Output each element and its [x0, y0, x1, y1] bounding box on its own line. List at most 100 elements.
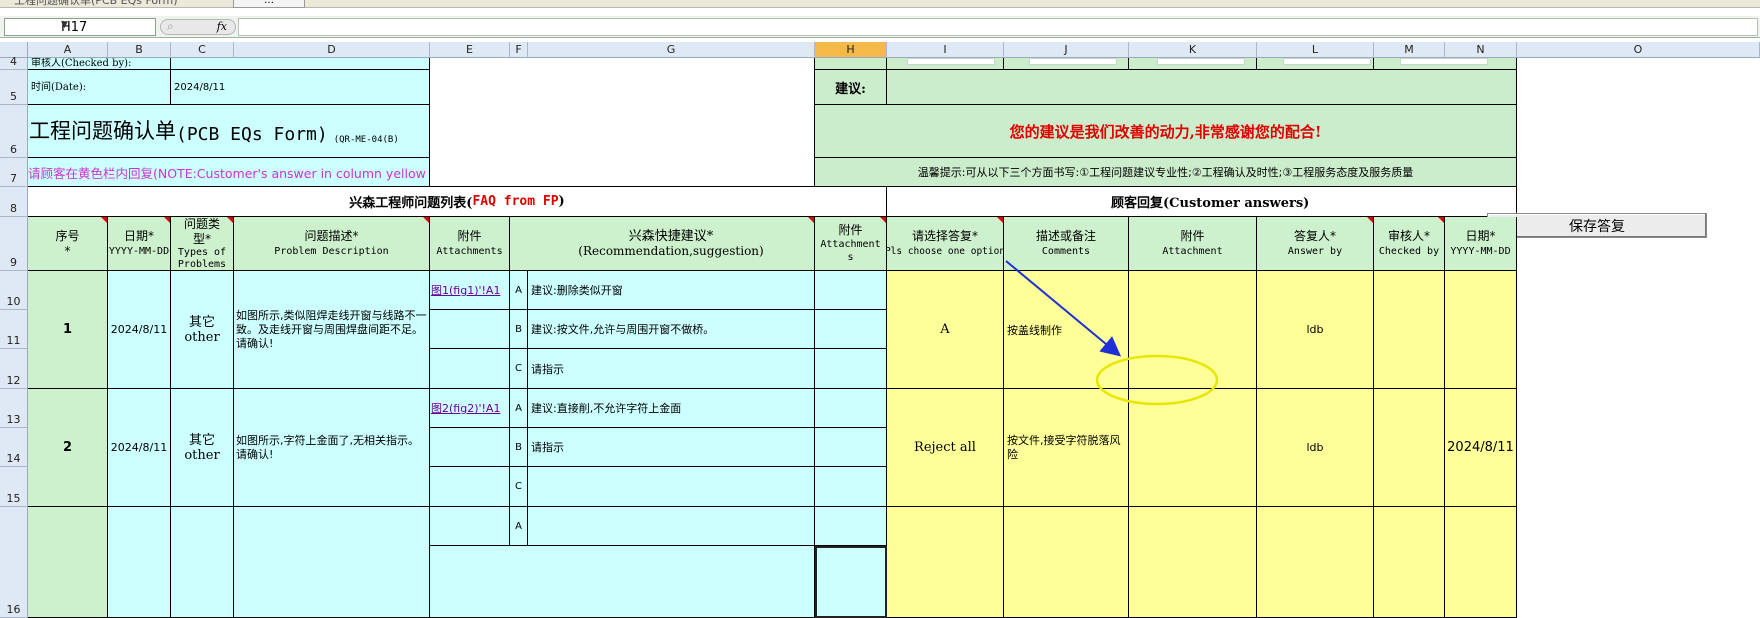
chevron-down-icon[interactable]: ▼	[61, 20, 153, 30]
date-value[interactable]: 2024/8/11	[171, 70, 430, 105]
function-box[interactable]: ⌕ fx	[160, 19, 236, 35]
rating-box-1[interactable]	[907, 58, 995, 65]
customer-title-text: 顾客回复(Customer answers)	[1111, 196, 1310, 211]
row-header-10[interactable]: 10	[0, 271, 28, 310]
column-header-e[interactable]: E	[430, 42, 510, 58]
problem-2-h13[interactable]	[815, 389, 887, 428]
problem-2-h14[interactable]	[815, 428, 887, 467]
problem-2-comment[interactable]: 按文件,接受字符脱落风险	[1004, 389, 1129, 507]
problem-1-comment[interactable]: 按盖线制作	[1004, 271, 1129, 389]
problem-1-answer[interactable]: A	[887, 271, 1004, 389]
rating-box-3[interactable]	[1157, 58, 1245, 65]
problem-1-date[interactable]: 2024/8/11	[108, 271, 171, 389]
column-header-b[interactable]: B	[108, 42, 171, 58]
problem-2-description[interactable]: 如图所示,字符上金面了,无相关指示。请确认!	[234, 389, 430, 507]
problem-2-attachment[interactable]: 图2(fig2)'!A1	[430, 389, 510, 428]
rating-box-4[interactable]	[1283, 58, 1371, 65]
column-header-o[interactable]: O	[1517, 42, 1760, 58]
header-date-en: YYYY-MM-DD	[108, 245, 170, 257]
header-recommendation: 兴森快捷建议* (Recommendation,suggestion)	[510, 217, 815, 271]
problem-1-attachment-link[interactable]: 图1(fig1)'!A1	[431, 282, 500, 298]
row-header-12[interactable]: 12	[0, 349, 28, 389]
problem-2-h15[interactable]	[815, 467, 887, 507]
column-header-g[interactable]: G	[528, 42, 815, 58]
problem-1-attachment-b[interactable]	[430, 310, 510, 349]
problem-3-option-a-text	[528, 507, 815, 546]
header-type: 问题类型* Types of Problems	[171, 217, 234, 271]
problem-3-answer-date[interactable]	[1445, 507, 1517, 618]
problem-3-description[interactable]	[234, 507, 430, 618]
column-header-n[interactable]: N	[1445, 42, 1517, 58]
problem-3-date[interactable]	[108, 507, 171, 618]
formula-input[interactable]	[238, 18, 1758, 36]
row-header-7[interactable]: 7	[0, 158, 28, 187]
row-header-8[interactable]: 8	[0, 187, 28, 217]
row-header-11[interactable]: 11	[0, 310, 28, 349]
problem-2-attachment-b[interactable]	[430, 428, 510, 467]
header-choose-option: 请选择答复* Pls choose one option	[887, 217, 1004, 271]
column-header-a[interactable]: A	[28, 42, 108, 58]
problem-3-attachment[interactable]	[430, 507, 510, 546]
column-header-h[interactable]: H	[815, 42, 887, 58]
row-header-6[interactable]: 6	[0, 105, 28, 158]
problem-2-customer-attachment[interactable]	[1129, 389, 1257, 507]
problem-1-answer-by[interactable]: ldb	[1257, 271, 1374, 389]
selected-cell-h17[interactable]	[815, 546, 887, 618]
column-header-l[interactable]: L	[1257, 42, 1374, 58]
problem-3-comment[interactable]	[1004, 507, 1129, 618]
problem-3-type[interactable]	[171, 507, 234, 618]
problem-2-option-a-text: 建议:直接削,不允许字符上金面	[528, 389, 815, 428]
problem-2-checked-by[interactable]	[1374, 389, 1445, 507]
row-header-15[interactable]: 15	[0, 467, 28, 507]
problem-2-attachment-c[interactable]	[430, 467, 510, 507]
suggestion-input[interactable]	[887, 70, 1517, 105]
problem-1-customer-attachment[interactable]	[1129, 271, 1257, 389]
column-header-f[interactable]: F	[510, 42, 528, 58]
problem-1-type-en: other	[184, 329, 220, 345]
problem-2-attachment-link[interactable]: 图2(fig2)'!A1	[431, 400, 500, 416]
insert-function-icon[interactable]: fx	[217, 20, 227, 33]
row-header-14[interactable]: 14	[0, 428, 28, 467]
checked-by-value[interactable]	[171, 58, 430, 70]
rating-box-2[interactable]	[1029, 58, 1117, 65]
problem-2-date[interactable]: 2024/8/11	[108, 389, 171, 507]
problem-1-attachment[interactable]: 图1(fig1)'!A1	[430, 271, 510, 310]
column-header-k[interactable]: K	[1129, 42, 1257, 58]
row-header-16[interactable]: 16	[0, 507, 28, 618]
problem-1-h12[interactable]	[815, 349, 887, 389]
problem-2-type[interactable]: 其它 other	[171, 389, 234, 507]
problem-2-option-b-text: 请指示	[528, 428, 815, 467]
column-header-j[interactable]: J	[1004, 42, 1129, 58]
problem-1-h10[interactable]	[815, 271, 887, 310]
problem-2-answer-date[interactable]: 2024/8/11	[1445, 389, 1517, 507]
problem-1-h11[interactable]	[815, 310, 887, 349]
row-header-13[interactable]: 13	[0, 389, 28, 428]
zoom-icon[interactable]: ⌕	[167, 19, 174, 34]
problem-2-answer-by[interactable]: ldb	[1257, 389, 1374, 507]
top-j4	[1004, 58, 1129, 70]
row-header-9[interactable]: 9	[0, 217, 28, 271]
problem-1-attachment-c[interactable]	[430, 349, 510, 389]
problem-3-checked-by[interactable]	[1374, 507, 1445, 618]
problem-1-type[interactable]: 其它 other	[171, 271, 234, 389]
problem-3-h16[interactable]	[815, 507, 887, 546]
problem-3-answer-by[interactable]	[1257, 507, 1374, 618]
problem-2-answer[interactable]: Reject all	[887, 389, 1004, 507]
header-attach3-cn: 附件	[1180, 228, 1205, 243]
column-header-m[interactable]: M	[1374, 42, 1445, 58]
title-button[interactable]: …	[233, 0, 305, 8]
problem-1-checked-by[interactable]	[1374, 271, 1445, 389]
row-header-5[interactable]: 5	[0, 70, 28, 105]
row-header-4[interactable]: 4	[0, 55, 28, 70]
problem-3-answer[interactable]	[887, 507, 1004, 618]
column-header-d[interactable]: D	[234, 42, 430, 58]
name-box[interactable]: H17 ▼	[4, 18, 156, 36]
problem-3-customer-attachment[interactable]	[1129, 507, 1257, 618]
problem-1-description[interactable]: 如图所示,类似阻焊走线开窗与线路不一致。及走线开窗与周围焊盘间距不足。请确认!	[234, 271, 430, 389]
save-reply-button[interactable]: 保存答复	[1487, 213, 1707, 238]
column-header-c[interactable]: C	[171, 42, 234, 58]
column-header-i[interactable]: I	[887, 42, 1004, 58]
problem-3-lower[interactable]	[430, 546, 815, 618]
rating-box-5[interactable]	[1400, 58, 1488, 65]
problem-1-answer-date[interactable]	[1445, 271, 1517, 389]
